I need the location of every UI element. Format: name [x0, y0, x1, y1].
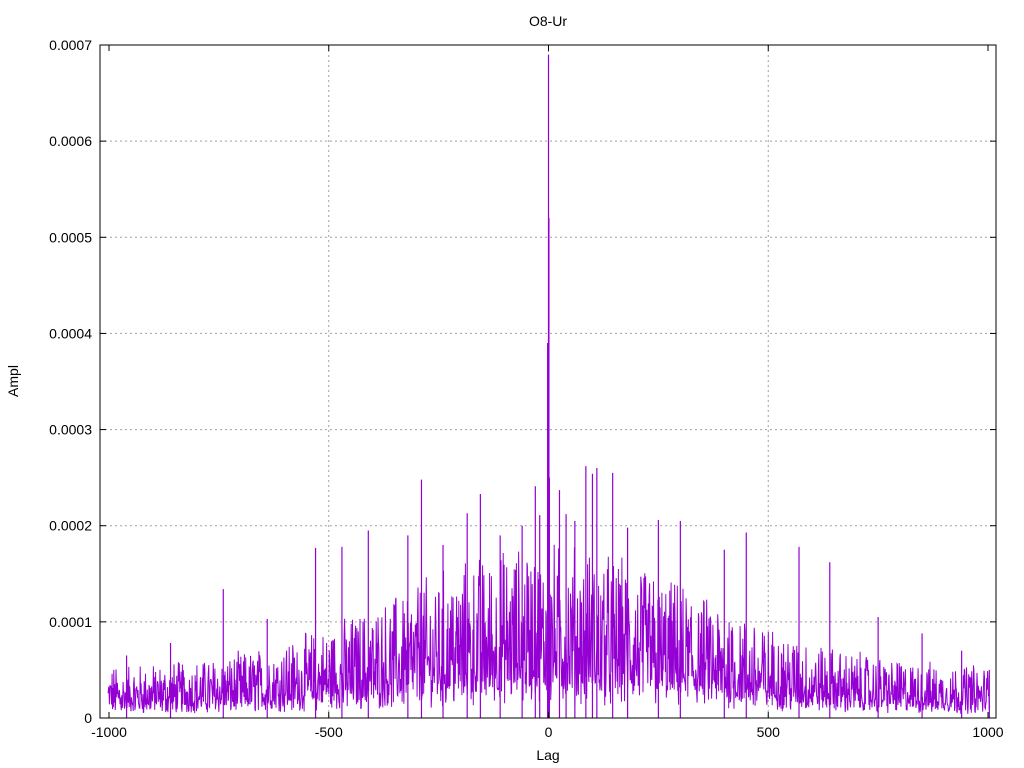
x-tick-label: 500 — [757, 724, 781, 740]
x-tick-label: 0 — [545, 724, 553, 740]
y-tick-label: 0 — [84, 710, 92, 726]
y-tick-label: 0.0001 — [49, 614, 92, 630]
y-tick-label: 0.0005 — [49, 229, 92, 245]
y-tick-label: 0.0004 — [49, 325, 92, 341]
x-axis-label: Lag — [536, 747, 559, 763]
y-tick-label: 0.0006 — [49, 133, 92, 149]
y-axis-label: Ampl — [5, 365, 21, 397]
peak-marks — [125, 54, 990, 718]
chart-title: O8-Ur — [529, 13, 567, 29]
x-tick-label: -500 — [315, 724, 343, 740]
y-tick-label: 0.0007 — [49, 37, 92, 53]
x-tick-label: 1000 — [972, 724, 1003, 740]
y-tick-label: 0.0003 — [49, 422, 92, 438]
y-tick-label: 0.0002 — [49, 518, 92, 534]
chart: -1000 -500 0 500 1000 0 0.0001 0.0002 0.0003 0.00… — [5, 13, 1004, 763]
x-tick-label: -1000 — [91, 724, 127, 740]
